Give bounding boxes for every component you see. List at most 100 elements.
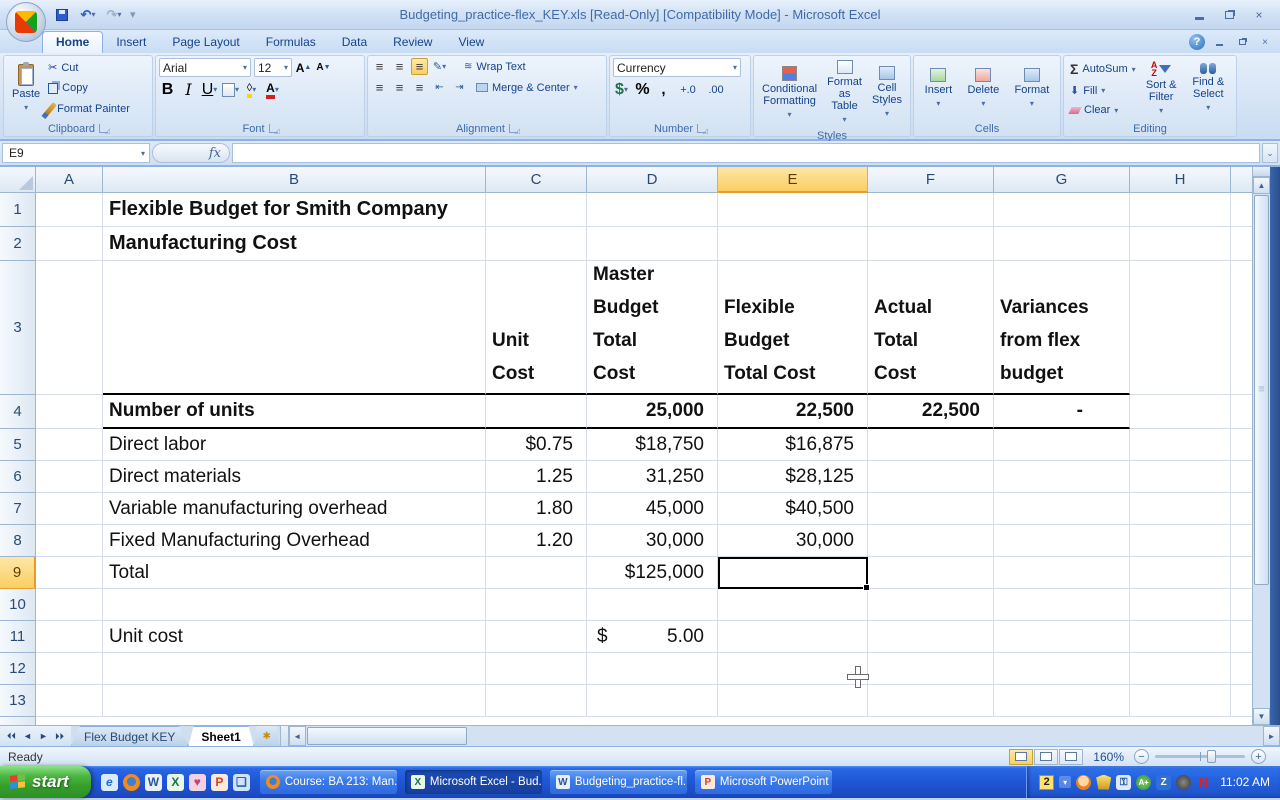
cell-B5[interactable]: Direct labor: [103, 429, 486, 461]
vertical-scrollbar-thumb[interactable]: [1254, 195, 1269, 585]
number-dialog-launcher[interactable]: [697, 124, 708, 135]
tab-split-handle[interactable]: [279, 726, 288, 746]
cell-A8[interactable]: [36, 525, 103, 557]
tab-insert[interactable]: Insert: [103, 32, 159, 53]
cell-B11[interactable]: Unit cost: [103, 621, 486, 653]
insert-cells-button[interactable]: Insert ▾: [920, 58, 958, 119]
tray-antivirus-icon[interactable]: A+: [1136, 774, 1152, 790]
close-button[interactable]: ×: [1246, 7, 1272, 23]
cell-H13[interactable]: [1130, 685, 1231, 717]
row-header-13[interactable]: 13: [0, 685, 36, 717]
align-center-button[interactable]: ≡: [391, 79, 408, 96]
italic-button[interactable]: I: [180, 80, 197, 99]
format-as-table-button[interactable]: Format as Table ▾: [822, 58, 867, 128]
cell-E4[interactable]: 22,500: [718, 395, 868, 429]
cell-B13[interactable]: [103, 685, 486, 717]
last-sheet-button[interactable]: ⏵⏵: [52, 731, 67, 742]
save-button[interactable]: [52, 6, 72, 24]
taskbar-window-excel[interactable]: X Microsoft Excel - Bud...: [404, 770, 542, 794]
cell-B4[interactable]: Number of units: [103, 395, 486, 429]
first-sheet-button[interactable]: ⏴⏴: [4, 731, 19, 742]
cell-A11[interactable]: [36, 621, 103, 653]
tray-z-icon[interactable]: Z: [1156, 774, 1172, 790]
tab-page-layout[interactable]: Page Layout: [159, 32, 252, 53]
cell-E12[interactable]: [718, 653, 868, 685]
row-header-8[interactable]: 8: [0, 525, 36, 557]
vertical-scrollbar[interactable]: ▲ ▼: [1252, 167, 1270, 725]
cell-G6[interactable]: [994, 461, 1130, 493]
cell-G11[interactable]: [994, 621, 1130, 653]
messenger-icon[interactable]: ♥: [188, 773, 206, 791]
cell-H3[interactable]: [1130, 261, 1231, 395]
conditional-formatting-button[interactable]: Conditional Formatting ▾: [757, 58, 822, 128]
cell-D8[interactable]: 30,000: [587, 525, 718, 557]
cell-A12[interactable]: [36, 653, 103, 685]
cell-D9[interactable]: $125,000: [587, 557, 718, 589]
cell-D1[interactable]: [587, 193, 718, 227]
sheet-tab-sheet1[interactable]: Sheet1: [188, 726, 254, 746]
tray-badge[interactable]: 2: [1039, 774, 1055, 790]
row-header-6[interactable]: 6: [0, 461, 36, 493]
taskbar-window-word[interactable]: W Budgeting_practice-fl...: [549, 770, 687, 794]
redo-button[interactable]: ↷ ▾: [104, 6, 124, 24]
paste-button[interactable]: Paste ▾: [7, 58, 45, 119]
cell-H10[interactable]: [1130, 589, 1231, 621]
format-painter-button[interactable]: Format Painter: [44, 101, 133, 117]
cell-D2[interactable]: [587, 227, 718, 261]
orientation-button[interactable]: ✎ ▾: [431, 58, 448, 75]
cell-D11[interactable]: $5.00: [587, 621, 718, 653]
row-header-12[interactable]: 12: [0, 653, 36, 685]
cell-D13[interactable]: [587, 685, 718, 717]
workbook-close-button[interactable]: ×: [1256, 36, 1274, 49]
vertical-split-handle[interactable]: [1253, 167, 1270, 177]
cell-B6[interactable]: Direct materials: [103, 461, 486, 493]
align-middle-button[interactable]: ≡: [391, 58, 408, 75]
increase-indent-button[interactable]: ⇥: [451, 79, 468, 96]
cell-D5[interactable]: $18,750: [587, 429, 718, 461]
scroll-right-button[interactable]: ►: [1263, 726, 1280, 746]
cell-A10[interactable]: [36, 589, 103, 621]
cell-F4[interactable]: 22,500: [868, 395, 994, 429]
page-break-view-button[interactable]: [1059, 748, 1084, 765]
scroll-down-button[interactable]: ▼: [1253, 708, 1270, 725]
zoom-slider-thumb[interactable]: [1207, 750, 1217, 763]
formula-input[interactable]: [232, 143, 1260, 163]
taskbar-window-course[interactable]: Course: BA 213: Man...: [259, 770, 397, 794]
cut-button[interactable]: ✂ Cut: [45, 60, 133, 75]
prev-sheet-button[interactable]: ◄: [20, 731, 35, 741]
cell-E11[interactable]: [718, 621, 868, 653]
font-color-button[interactable]: A ▾: [264, 81, 281, 99]
minimize-button[interactable]: [1186, 7, 1212, 23]
sheet-tab-flex-budget-key[interactable]: Flex Budget KEY: [71, 726, 189, 746]
cell-E10[interactable]: [718, 589, 868, 621]
font-family-select[interactable]: Arial ▾: [159, 58, 251, 77]
row-header-2[interactable]: 2: [0, 227, 36, 261]
cell-E9-selected[interactable]: [718, 557, 870, 591]
cell-G7[interactable]: [994, 493, 1130, 525]
font-size-select[interactable]: 12 ▾: [254, 58, 292, 77]
tab-home[interactable]: Home: [42, 31, 104, 53]
cell-F10[interactable]: [868, 589, 994, 621]
number-format-select[interactable]: Currency ▾: [613, 58, 741, 77]
tab-view[interactable]: View: [445, 32, 497, 53]
cell-C13[interactable]: [486, 685, 587, 717]
clear-button[interactable]: Clear ▾: [1067, 103, 1139, 117]
cell-H4[interactable]: [1130, 395, 1231, 429]
cell-G12[interactable]: [994, 653, 1130, 685]
tray-tools-icon[interactable]: ⚿: [1116, 774, 1132, 790]
horizontal-scrollbar-track[interactable]: [468, 726, 1263, 746]
cell-C4[interactable]: [486, 395, 587, 429]
tray-clock[interactable]: 11:02 AM: [1216, 775, 1270, 789]
cell-D7[interactable]: 45,000: [587, 493, 718, 525]
cell-D3[interactable]: Master Budget Total Cost: [587, 261, 718, 395]
wrap-text-button[interactable]: ≋ Wrap Text: [461, 60, 529, 74]
autosum-button[interactable]: Σ AutoSum ▾: [1067, 60, 1139, 78]
cell-C11[interactable]: [486, 621, 587, 653]
name-box-caret[interactable]: ▾: [141, 149, 149, 158]
cell-G5[interactable]: [994, 429, 1130, 461]
cell-E7[interactable]: $40,500: [718, 493, 868, 525]
column-header-b[interactable]: B: [103, 167, 486, 193]
tray-n-icon[interactable]: N: [1196, 774, 1211, 790]
vertical-scrollbar-track[interactable]: [1253, 586, 1270, 708]
tab-review[interactable]: Review: [380, 32, 445, 53]
